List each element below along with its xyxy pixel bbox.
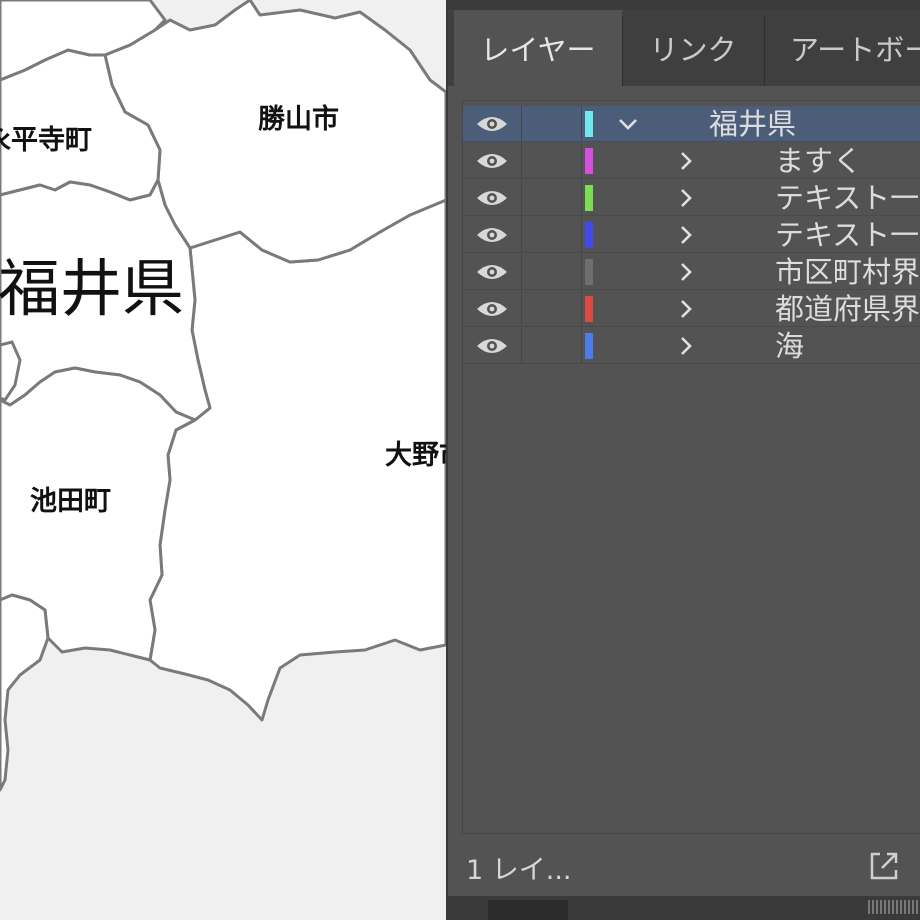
chevron-right-icon[interactable] — [671, 328, 701, 363]
visibility-toggle[interactable] — [463, 254, 522, 289]
layer-name: 市区町村界 — [775, 255, 920, 289]
map-label-ono: 大野市 — [385, 440, 446, 471]
layer-row[interactable]: 海 — [463, 328, 920, 364]
tab-links[interactable]: リンク — [623, 10, 763, 86]
layer-row[interactable]: テキスト一般 — [463, 180, 920, 216]
layers-panel: レイヤー リンク アートボード 福井県ますくテキスト一般テキスト一県市区町村界都… — [446, 0, 920, 920]
lock-toggle[interactable] — [521, 291, 582, 326]
layer-color-chip — [585, 185, 593, 211]
map-label-katsuyama: 勝山市 — [258, 104, 339, 135]
eye-icon — [475, 225, 509, 245]
layer-name: ますく — [775, 144, 863, 178]
lock-toggle[interactable] — [521, 106, 582, 141]
eye-icon — [475, 299, 509, 319]
layer-color-chip — [585, 296, 593, 322]
lock-toggle[interactable] — [521, 180, 582, 215]
panel-title-bar[interactable] — [448, 0, 920, 10]
layer-color-chip — [585, 259, 593, 285]
layer-row[interactable]: 市区町村界 — [463, 254, 920, 290]
layer-name: テキスト一般 — [775, 181, 920, 215]
chevron-right-icon[interactable] — [671, 180, 701, 215]
chevron-down-icon[interactable] — [613, 106, 643, 141]
layer-name: 海 — [775, 329, 805, 363]
chevron-right-icon[interactable] — [671, 291, 701, 326]
visibility-toggle[interactable] — [463, 217, 522, 252]
map-label-prefecture: 福井県 — [0, 252, 185, 325]
layer-row[interactable]: 福井県 — [463, 106, 920, 142]
eye-icon — [475, 262, 509, 282]
layer-row[interactable]: ますく — [463, 143, 920, 179]
eye-icon — [475, 188, 509, 208]
layer-color-chip — [585, 111, 593, 137]
visibility-toggle[interactable] — [463, 143, 522, 178]
chevron-right-icon[interactable] — [671, 143, 701, 178]
lock-toggle[interactable] — [521, 328, 582, 363]
layer-color-chip — [585, 148, 593, 174]
eye-icon — [475, 151, 509, 171]
visibility-toggle[interactable] — [463, 106, 522, 141]
panel-footer: 1 レイ... — [448, 834, 920, 898]
layer-color-chip — [585, 222, 593, 248]
lock-toggle[interactable] — [521, 217, 582, 252]
layer-color-chip — [585, 333, 593, 359]
layer-list[interactable]: 福井県ますくテキスト一般テキスト一県市区町村界都道府県界海 — [462, 100, 920, 834]
eye-icon — [475, 114, 509, 134]
panel-bottom-strip — [448, 896, 920, 920]
export-icon[interactable] — [866, 848, 902, 884]
visibility-toggle[interactable] — [463, 180, 522, 215]
eye-icon — [475, 336, 509, 356]
tab-layers[interactable]: レイヤー — [454, 10, 622, 86]
map-label-ikeda: 池田町 — [30, 486, 111, 517]
layer-name: テキスト一県 — [775, 218, 920, 252]
panel-tab-bar: レイヤー リンク アートボード — [448, 10, 920, 86]
tab-artboards[interactable]: アートボード — [776, 10, 920, 86]
resize-grip[interactable] — [868, 900, 920, 914]
layer-name: 都道府県界 — [775, 292, 920, 326]
region-southwest — [0, 593, 50, 792]
layer-row[interactable]: 都道府県界 — [463, 291, 920, 327]
map-canvas[interactable]: 福井県 永平寺町 勝山市 池田町 大野市 — [0, 0, 446, 920]
visibility-toggle[interactable] — [463, 291, 522, 326]
lock-toggle[interactable] — [521, 254, 582, 289]
lock-toggle[interactable] — [521, 143, 582, 178]
map-label-eiheiji: 永平寺町 — [0, 125, 92, 156]
layer-row[interactable]: テキスト一県 — [463, 217, 920, 253]
layer-name: 福井県 — [709, 107, 797, 141]
visibility-toggle[interactable] — [463, 328, 522, 363]
layer-count-label: 1 レイ... — [466, 855, 572, 886]
chevron-right-icon[interactable] — [671, 217, 701, 252]
chevron-right-icon[interactable] — [671, 254, 701, 289]
